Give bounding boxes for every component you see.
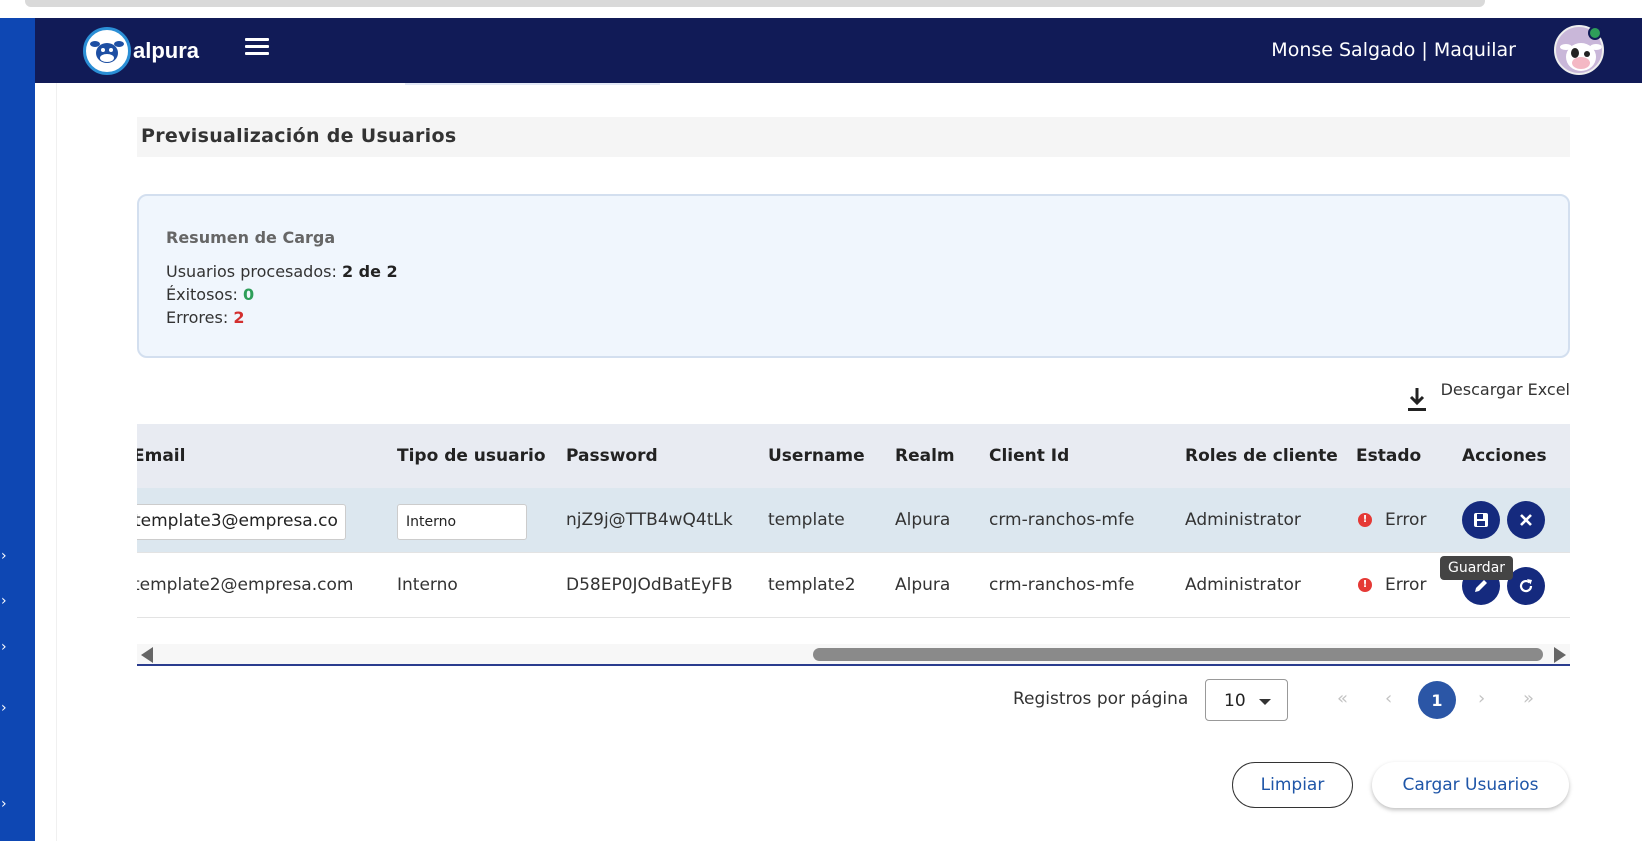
download-excel-button[interactable]: Descargar Excel <box>1405 380 1570 414</box>
table-header: Email Tipo de usuario Password Username … <box>137 424 1570 488</box>
chevron-right-icon[interactable]: › <box>1 593 7 609</box>
column-header-password[interactable]: Password <box>566 446 658 466</box>
page-button-current[interactable]: 1 <box>1418 681 1456 719</box>
close-icon <box>1520 514 1532 526</box>
processed-label: Usuarios procesados: <box>166 262 337 281</box>
scrollbar-thumb[interactable] <box>813 648 1543 661</box>
prev-page-icon[interactable]: ‹ <box>1385 688 1392 709</box>
online-status-dot <box>1588 26 1602 40</box>
username-cell: template <box>768 510 845 530</box>
chevron-right-icon[interactable]: › <box>1 796 7 812</box>
tipo-cell: Interno <box>397 575 458 595</box>
column-header-client-id[interactable]: Client Id <box>989 446 1069 466</box>
estado-cell: Error <box>1385 510 1427 530</box>
users-table: Email Tipo de usuario Password Username … <box>137 424 1570 624</box>
chevron-right-icon[interactable]: › <box>1 548 7 564</box>
download-label: Descargar Excel <box>1440 380 1570 399</box>
success-label: Éxitosos: <box>166 285 238 304</box>
error-icon: ! <box>1358 513 1372 527</box>
user-label: Monse Salgado | Maquilar <box>1271 39 1516 61</box>
last-page-icon[interactable]: » <box>1523 688 1534 709</box>
summary-card: Resumen de Carga Usuarios procesados: 2 … <box>137 194 1570 358</box>
error-icon: ! <box>1358 578 1372 592</box>
realm-cell: Alpura <box>895 575 951 595</box>
menu-icon[interactable] <box>245 38 269 56</box>
success-line: Éxitosos: 0 <box>166 285 254 304</box>
save-icon <box>1474 513 1488 527</box>
username-cell: template2 <box>768 575 856 595</box>
caret-down-icon <box>1259 699 1271 705</box>
password-cell: D58EP0JOdBatEyFB <box>566 575 733 595</box>
save-button[interactable] <box>1462 501 1500 539</box>
processed-value: 2 de 2 <box>341 262 398 281</box>
chevron-right-icon[interactable]: › <box>1 700 7 716</box>
errors-line: Errores: 2 <box>166 308 244 327</box>
scroll-right-icon[interactable] <box>1554 647 1566 663</box>
password-cell: njZ9j@TTB4wQ4tLk <box>566 510 733 530</box>
clear-button[interactable]: Limpiar <box>1232 762 1353 808</box>
page-title: Previsualización de Usuarios <box>141 125 457 147</box>
column-header-realm[interactable]: Realm <box>895 446 955 466</box>
tipo-usuario-select[interactable]: Interno <box>397 504 527 540</box>
summary-title: Resumen de Carga <box>166 228 336 247</box>
scroll-left-icon[interactable] <box>141 647 153 663</box>
column-header-estado[interactable]: Estado <box>1356 446 1421 466</box>
download-icon <box>1407 388 1426 411</box>
next-page-icon[interactable]: › <box>1478 688 1485 709</box>
column-header-tipo[interactable]: Tipo de usuario <box>397 446 546 466</box>
browser-tab-strip <box>25 0 1485 7</box>
section-header: Previsualización de Usuarios <box>137 117 1570 157</box>
brand-logo[interactable]: alpura <box>83 27 199 75</box>
success-value: 0 <box>243 285 255 304</box>
top-navbar: alpura Monse Salgado | Maquilar <box>35 18 1642 83</box>
refresh-icon <box>1519 579 1533 593</box>
realm-cell: Alpura <box>895 510 951 530</box>
table-row: template3@empresa.co Interno njZ9j@TTB4w… <box>137 488 1570 553</box>
horizontal-scrollbar[interactable] <box>137 644 1570 666</box>
roles-cell: Administrator <box>1185 510 1301 530</box>
email-input[interactable]: template3@empresa.co <box>137 504 346 540</box>
cow-logo-icon <box>83 27 131 75</box>
rows-per-page-value: 10 <box>1224 691 1246 711</box>
column-header-roles[interactable]: Roles de cliente <box>1185 446 1338 466</box>
rows-per-page-select[interactable]: 10 <box>1205 679 1288 721</box>
first-page-icon[interactable]: « <box>1337 688 1348 709</box>
client-id-cell: crm-ranchos-mfe <box>989 575 1135 595</box>
content-edge <box>35 83 57 841</box>
column-header-email[interactable]: Email <box>137 446 185 466</box>
cancel-button[interactable] <box>1507 501 1545 539</box>
load-users-button[interactable]: Cargar Usuarios <box>1372 762 1569 808</box>
browser-chrome <box>0 0 1642 18</box>
column-header-acciones[interactable]: Acciones <box>1462 446 1547 466</box>
logo-wordmark: alpura <box>133 38 200 63</box>
chevron-right-icon[interactable]: › <box>1 639 7 655</box>
estado-cell: Error <box>1385 575 1427 595</box>
processed-line: Usuarios procesados: 2 de 2 <box>166 262 398 281</box>
table-row: template2@empresa.com Interno D58EP0JOdB… <box>137 553 1570 618</box>
email-cell: template2@empresa.com <box>137 575 354 595</box>
errors-label: Errores: <box>166 308 229 327</box>
roles-cell: Administrator <box>1185 575 1301 595</box>
nav-indicator <box>405 83 660 85</box>
column-header-username[interactable]: Username <box>768 446 865 466</box>
save-tooltip: Guardar <box>1440 556 1514 580</box>
client-id-cell: crm-ranchos-mfe <box>989 510 1135 530</box>
side-rail: › › › › › <box>0 18 35 841</box>
rows-per-page-label: Registros por página <box>1013 689 1189 709</box>
errors-value: 2 <box>233 308 245 327</box>
